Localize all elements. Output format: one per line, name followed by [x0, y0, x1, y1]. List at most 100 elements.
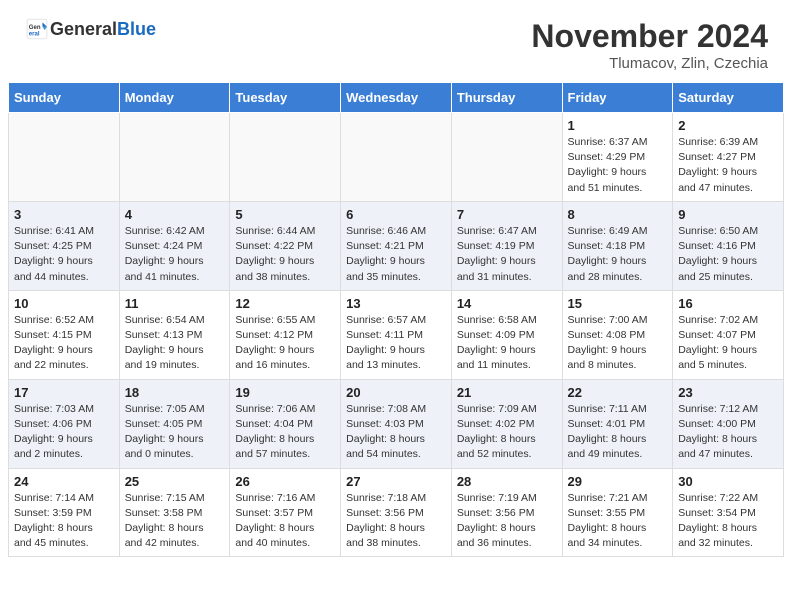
calendar-cell [230, 113, 341, 202]
cell-detail: Sunrise: 7:00 AM Sunset: 4:08 PM Dayligh… [568, 313, 668, 374]
calendar-cell: 6 Sunrise: 6:46 AM Sunset: 4:21 PM Daylig… [341, 201, 452, 290]
calendar-cell: 11 Sunrise: 6:54 AM Sunset: 4:13 PM Dayli… [119, 290, 230, 379]
cell-detail: Sunrise: 6:41 AM Sunset: 4:25 PM Dayligh… [14, 224, 114, 285]
day-number: 26 [235, 474, 335, 489]
cell-detail: Sunrise: 6:50 AM Sunset: 4:16 PM Dayligh… [678, 224, 778, 285]
calendar-week-2: 3 Sunrise: 6:41 AM Sunset: 4:25 PM Daylig… [9, 201, 784, 290]
calendar-cell: 10 Sunrise: 6:52 AM Sunset: 4:15 PM Dayli… [9, 290, 120, 379]
cell-detail: Sunrise: 6:49 AM Sunset: 4:18 PM Dayligh… [568, 224, 668, 285]
header-sunday: Sunday [9, 83, 120, 113]
cell-detail: Sunrise: 7:15 AM Sunset: 3:58 PM Dayligh… [125, 491, 225, 552]
calendar-cell: 23 Sunrise: 7:12 AM Sunset: 4:00 PM Dayli… [673, 379, 784, 468]
location: Tlumacov, Zlin, Czechia [531, 55, 768, 72]
calendar-cell: 28 Sunrise: 7:19 AM Sunset: 3:56 PM Dayli… [451, 468, 562, 557]
logo-text-blue: Blue [117, 19, 156, 39]
cell-detail: Sunrise: 7:22 AM Sunset: 3:54 PM Dayligh… [678, 491, 778, 552]
cell-detail: Sunrise: 6:58 AM Sunset: 4:09 PM Dayligh… [457, 313, 557, 374]
header-monday: Monday [119, 83, 230, 113]
calendar-cell: 30 Sunrise: 7:22 AM Sunset: 3:54 PM Dayli… [673, 468, 784, 557]
cell-detail: Sunrise: 6:44 AM Sunset: 4:22 PM Dayligh… [235, 224, 335, 285]
cell-detail: Sunrise: 7:21 AM Sunset: 3:55 PM Dayligh… [568, 491, 668, 552]
day-number: 12 [235, 296, 335, 311]
calendar-cell [341, 113, 452, 202]
day-number: 24 [14, 474, 114, 489]
cell-detail: Sunrise: 6:55 AM Sunset: 4:12 PM Dayligh… [235, 313, 335, 374]
calendar-cell: 2 Sunrise: 6:39 AM Sunset: 4:27 PM Daylig… [673, 113, 784, 202]
cell-detail: Sunrise: 7:05 AM Sunset: 4:05 PM Dayligh… [125, 402, 225, 463]
calendar-cell: 14 Sunrise: 6:58 AM Sunset: 4:09 PM Dayli… [451, 290, 562, 379]
day-number: 1 [568, 118, 668, 133]
calendar-week-5: 24 Sunrise: 7:14 AM Sunset: 3:59 PM Dayli… [9, 468, 784, 557]
cell-detail: Sunrise: 7:16 AM Sunset: 3:57 PM Dayligh… [235, 491, 335, 552]
cell-detail: Sunrise: 7:18 AM Sunset: 3:56 PM Dayligh… [346, 491, 446, 552]
cell-detail: Sunrise: 7:19 AM Sunset: 3:56 PM Dayligh… [457, 491, 557, 552]
cell-detail: Sunrise: 7:02 AM Sunset: 4:07 PM Dayligh… [678, 313, 778, 374]
day-number: 11 [125, 296, 225, 311]
header-friday: Friday [562, 83, 673, 113]
days-of-week-row: Sunday Monday Tuesday Wednesday Thursday… [9, 83, 784, 113]
header-tuesday: Tuesday [230, 83, 341, 113]
header-saturday: Saturday [673, 83, 784, 113]
calendar-cell: 15 Sunrise: 7:00 AM Sunset: 4:08 PM Dayli… [562, 290, 673, 379]
cell-detail: Sunrise: 7:08 AM Sunset: 4:03 PM Dayligh… [346, 402, 446, 463]
calendar-cell: 27 Sunrise: 7:18 AM Sunset: 3:56 PM Dayli… [341, 468, 452, 557]
calendar-cell: 13Sunrise: 6:57 AM Sunset: 4:11 PM Dayli… [341, 290, 452, 379]
day-number: 30 [678, 474, 778, 489]
calendar-cell: 7Sunrise: 6:47 AM Sunset: 4:19 PM Daylig… [451, 201, 562, 290]
calendar-cell: 19 Sunrise: 7:06 AM Sunset: 4:04 PM Dayli… [230, 379, 341, 468]
logo: Gen eral GeneralBlue [24, 18, 156, 40]
day-number: 8 [568, 207, 668, 222]
day-number: 15 [568, 296, 668, 311]
calendar-cell: 24 Sunrise: 7:14 AM Sunset: 3:59 PM Dayli… [9, 468, 120, 557]
day-number: 16 [678, 296, 778, 311]
calendar-table: Sunday Monday Tuesday Wednesday Thursday… [8, 82, 784, 557]
cell-detail: Sunrise: 7:14 AM Sunset: 3:59 PM Dayligh… [14, 491, 114, 552]
cell-detail: Sunrise: 6:42 AM Sunset: 4:24 PM Dayligh… [125, 224, 225, 285]
calendar-cell: 12 Sunrise: 6:55 AM Sunset: 4:12 PM Dayli… [230, 290, 341, 379]
cell-detail: Sunrise: 6:52 AM Sunset: 4:15 PM Dayligh… [14, 313, 114, 374]
cell-detail: Sunrise: 6:47 AM Sunset: 4:19 PM Dayligh… [457, 224, 557, 285]
day-number: 3 [14, 207, 114, 222]
cell-detail: Sunrise: 7:09 AM Sunset: 4:02 PM Dayligh… [457, 402, 557, 463]
day-number: 23 [678, 385, 778, 400]
header-wednesday: Wednesday [341, 83, 452, 113]
day-number: 28 [457, 474, 557, 489]
cell-detail: Sunrise: 7:12 AM Sunset: 4:00 PM Dayligh… [678, 402, 778, 463]
calendar-cell: 17Sunrise: 7:03 AM Sunset: 4:06 PM Dayli… [9, 379, 120, 468]
day-number: 2 [678, 118, 778, 133]
calendar-cell: 3 Sunrise: 6:41 AM Sunset: 4:25 PM Daylig… [9, 201, 120, 290]
day-number: 20 [346, 385, 446, 400]
calendar-week-3: 10 Sunrise: 6:52 AM Sunset: 4:15 PM Dayli… [9, 290, 784, 379]
day-number: 22 [568, 385, 668, 400]
day-number: 17 [14, 385, 114, 400]
day-number: 21 [457, 385, 557, 400]
calendar-cell: 20 Sunrise: 7:08 AM Sunset: 4:03 PM Dayli… [341, 379, 452, 468]
cell-detail: Sunrise: 6:54 AM Sunset: 4:13 PM Dayligh… [125, 313, 225, 374]
day-number: 19 [235, 385, 335, 400]
month-title: November 2024 [531, 18, 768, 55]
svg-text:eral: eral [29, 32, 40, 38]
day-number: 18 [125, 385, 225, 400]
cell-detail: Sunrise: 6:57 AM Sunset: 4:11 PM Dayligh… [346, 313, 446, 374]
day-number: 14 [457, 296, 557, 311]
day-number: 5 [235, 207, 335, 222]
cell-detail: Sunrise: 6:46 AM Sunset: 4:21 PM Dayligh… [346, 224, 446, 285]
day-number: 6 [346, 207, 446, 222]
day-number: 29 [568, 474, 668, 489]
calendar-cell: 5 Sunrise: 6:44 AM Sunset: 4:22 PM Daylig… [230, 201, 341, 290]
calendar-cell: 9Sunrise: 6:50 AM Sunset: 4:16 PM Daylig… [673, 201, 784, 290]
calendar-header: Sunday Monday Tuesday Wednesday Thursday… [9, 83, 784, 113]
cell-detail: Sunrise: 7:11 AM Sunset: 4:01 PM Dayligh… [568, 402, 668, 463]
page-header: Gen eral GeneralBlue November 2024 Tluma… [0, 0, 792, 82]
cell-detail: Sunrise: 6:39 AM Sunset: 4:27 PM Dayligh… [678, 135, 778, 196]
calendar-cell: 29 Sunrise: 7:21 AM Sunset: 3:55 PM Dayli… [562, 468, 673, 557]
calendar-cell: 26 Sunrise: 7:16 AM Sunset: 3:57 PM Dayli… [230, 468, 341, 557]
day-number: 27 [346, 474, 446, 489]
calendar-cell: 16 Sunrise: 7:02 AM Sunset: 4:07 PM Dayli… [673, 290, 784, 379]
cell-detail: Sunrise: 7:06 AM Sunset: 4:04 PM Dayligh… [235, 402, 335, 463]
calendar-cell [451, 113, 562, 202]
day-number: 25 [125, 474, 225, 489]
calendar-cell [119, 113, 230, 202]
day-number: 10 [14, 296, 114, 311]
header-thursday: Thursday [451, 83, 562, 113]
